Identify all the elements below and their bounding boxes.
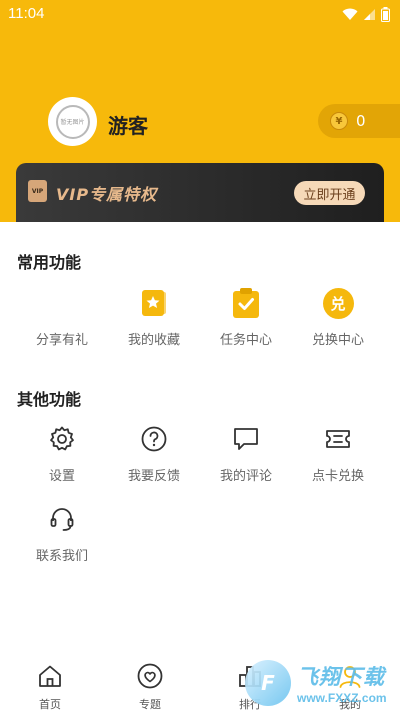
other-item-label: 我的评论 bbox=[219, 469, 272, 484]
other-item-label: 设置 bbox=[48, 469, 75, 484]
common-item-label: 我的收藏 bbox=[127, 333, 180, 348]
tab-home[interactable]: 首页 bbox=[0, 662, 100, 712]
coin-count: 0 bbox=[356, 112, 366, 130]
status-time: 11:04 bbox=[8, 5, 45, 22]
common-functions-title: 常用功能 bbox=[17, 253, 82, 272]
other-item-label: 联系我们 bbox=[35, 549, 88, 564]
gift-icon bbox=[12, 286, 112, 320]
watermark-text-group: 飞翔下载 www.FXXZ.com bbox=[297, 661, 387, 705]
vip-badge-icon: VIP bbox=[28, 180, 47, 202]
star-icon bbox=[104, 286, 204, 320]
comment-icon bbox=[196, 422, 296, 456]
signal-icon bbox=[364, 9, 375, 20]
other-item-feedback[interactable]: 我要反馈 bbox=[104, 422, 204, 484]
username[interactable]: 游客 bbox=[108, 110, 148, 139]
wifi-icon bbox=[342, 8, 358, 20]
exchange-icon: 兑 bbox=[288, 286, 388, 320]
coin-balance[interactable]: ¥ 0 bbox=[318, 104, 400, 138]
avatar-placeholder: 暂无图片 bbox=[55, 104, 90, 139]
question-icon bbox=[104, 422, 204, 456]
other-item-contact[interactable]: 联系我们 bbox=[12, 502, 112, 564]
vip-activate-button[interactable]: 立即开通 bbox=[294, 181, 365, 205]
common-item-exchange[interactable]: 兑 兑换中心 bbox=[288, 286, 388, 348]
ticket-icon bbox=[288, 422, 388, 456]
coin-icon: ¥ bbox=[330, 112, 348, 130]
avatar-placeholder-text: 暂无图片 bbox=[60, 119, 85, 126]
common-item-label: 兑换中心 bbox=[311, 333, 364, 348]
other-functions-title: 其他功能 bbox=[17, 390, 82, 409]
tab-label: 专题 bbox=[139, 698, 161, 711]
watermark-url: www.FXXZ.com bbox=[297, 691, 387, 705]
watermark-text: 飞翔下载 bbox=[297, 665, 385, 689]
common-item-favorites[interactable]: 我的收藏 bbox=[104, 286, 204, 348]
tab-label: 首页 bbox=[39, 698, 61, 711]
common-item-share[interactable]: 分享有礼 bbox=[12, 286, 112, 348]
headset-icon bbox=[12, 502, 112, 536]
status-icons bbox=[342, 7, 390, 22]
common-item-label: 分享有礼 bbox=[35, 333, 88, 348]
watermark-logo: F bbox=[245, 660, 291, 706]
battery-icon bbox=[381, 7, 390, 22]
vip-title: VIP专属特权 bbox=[56, 185, 158, 204]
other-item-comments[interactable]: 我的评论 bbox=[196, 422, 296, 484]
home-icon bbox=[0, 662, 100, 690]
other-item-label: 我要反馈 bbox=[127, 469, 180, 484]
other-item-card-redeem[interactable]: 点卡兑换 bbox=[288, 422, 388, 484]
other-item-label: 点卡兑换 bbox=[311, 469, 364, 484]
gear-icon bbox=[12, 422, 112, 456]
status-bar: 11:04 bbox=[0, 0, 400, 30]
common-item-label: 任务中心 bbox=[219, 333, 272, 348]
heart-icon bbox=[100, 662, 200, 690]
common-item-tasks[interactable]: 任务中心 bbox=[196, 286, 296, 348]
clipboard-check-icon bbox=[196, 286, 296, 320]
other-item-settings[interactable]: 设置 bbox=[12, 422, 112, 484]
avatar[interactable]: 暂无图片 bbox=[48, 97, 97, 146]
vip-banner[interactable]: VIP VIP专属特权 立即开通 bbox=[16, 163, 384, 222]
watermark: F 飞翔下载 www.FXXZ.com bbox=[245, 656, 395, 710]
tab-topics[interactable]: 专题 bbox=[100, 662, 200, 712]
exchange-glyph: 兑 bbox=[322, 287, 354, 319]
